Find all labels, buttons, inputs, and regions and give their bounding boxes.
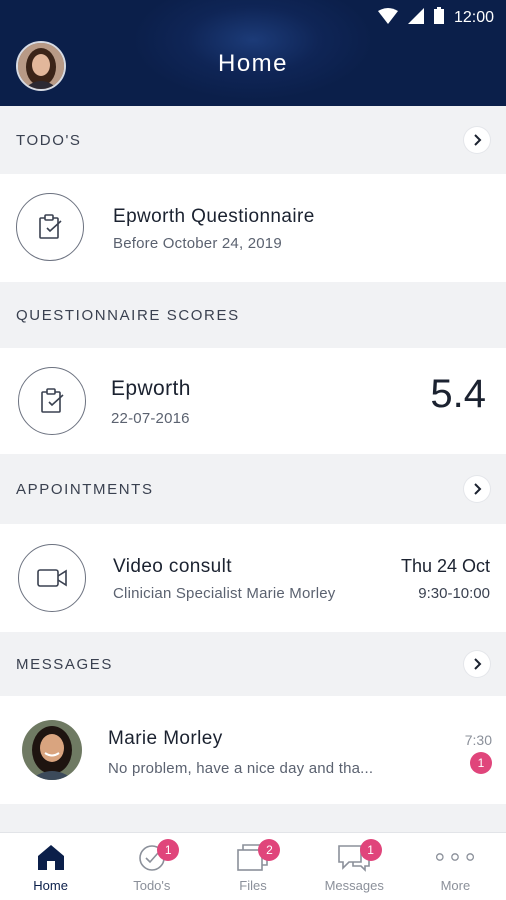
- clipboard-icon: [18, 367, 86, 435]
- more-dots-icon: [435, 840, 475, 874]
- video-camera-icon: [18, 544, 86, 612]
- tab-label: Messages: [324, 878, 384, 893]
- tab-label: More: [440, 878, 471, 893]
- tab-home[interactable]: Home: [0, 833, 101, 900]
- todo-subtitle: Before October 24, 2019: [113, 235, 282, 252]
- sender-avatar: [22, 720, 82, 780]
- message-sender: Marie Morley: [108, 728, 223, 749]
- scores-section-label: QUESTIONNAIRE SCORES: [16, 306, 240, 324]
- bottom-tab-bar: Home 1 Todo's 2 Files 1 Messages More: [0, 832, 506, 900]
- appointments-section-header[interactable]: APPOINTMENTS: [0, 454, 506, 524]
- tab-messages[interactable]: 1 Messages: [304, 833, 405, 900]
- todos-section-header[interactable]: TODO'S: [0, 106, 506, 174]
- chevron-right-icon[interactable]: [464, 127, 490, 153]
- unread-badge: 1: [470, 752, 492, 774]
- battery-icon: [433, 7, 444, 29]
- wifi-icon: [377, 7, 398, 29]
- tab-badge: 2: [258, 839, 281, 861]
- status-bar: 12:00: [377, 0, 506, 36]
- message-item[interactable]: Marie Morley No problem, have a nice day…: [0, 696, 506, 804]
- appointment-subtitle: Clinician Specialist Marie Morley: [113, 585, 336, 602]
- signal-icon: [407, 7, 424, 29]
- tab-more[interactable]: More: [405, 833, 506, 900]
- clipboard-icon: [16, 193, 84, 261]
- message-preview: No problem, have a nice day and tha...: [108, 760, 374, 777]
- chevron-right-icon[interactable]: [464, 476, 490, 502]
- app-header: 12:00 Home: [0, 0, 506, 106]
- status-time: 12:00: [453, 9, 494, 26]
- appointments-section-label: APPOINTMENTS: [16, 480, 154, 498]
- messages-section-header[interactable]: MESSAGES: [0, 632, 506, 696]
- page-title: Home: [217, 50, 289, 77]
- tab-files[interactable]: 2 Files: [202, 833, 303, 900]
- home-icon: [31, 840, 71, 874]
- score-date: 22-07-2016: [111, 410, 190, 427]
- score-value: 5.4: [430, 372, 486, 416]
- tab-label: Home: [33, 878, 68, 893]
- scores-section-header: QUESTIONNAIRE SCORES: [0, 282, 506, 348]
- tab-badge: 1: [157, 839, 180, 861]
- appointment-item[interactable]: Video consult Clinician Specialist Marie…: [0, 524, 506, 632]
- score-title: Epworth: [111, 377, 191, 400]
- message-time: 7:30: [464, 732, 492, 748]
- tab-todos[interactable]: 1 Todo's: [101, 833, 202, 900]
- chevron-right-icon[interactable]: [464, 651, 490, 677]
- todo-item[interactable]: Epworth Questionnaire Before October 24,…: [0, 174, 506, 282]
- score-item[interactable]: Epworth 22-07-2016 5.4: [0, 348, 506, 454]
- tab-badge: 1: [359, 839, 382, 861]
- tab-label: Files: [239, 878, 267, 893]
- todo-title: Epworth Questionnaire: [113, 206, 315, 227]
- appointment-time: 9:30-10:00: [418, 585, 490, 602]
- todos-section-label: TODO'S: [16, 131, 82, 149]
- appointment-title: Video consult: [113, 556, 232, 577]
- appointment-date: Thu 24 Oct: [400, 556, 490, 576]
- tab-label: Todo's: [133, 878, 171, 893]
- messages-section-label: MESSAGES: [16, 655, 113, 673]
